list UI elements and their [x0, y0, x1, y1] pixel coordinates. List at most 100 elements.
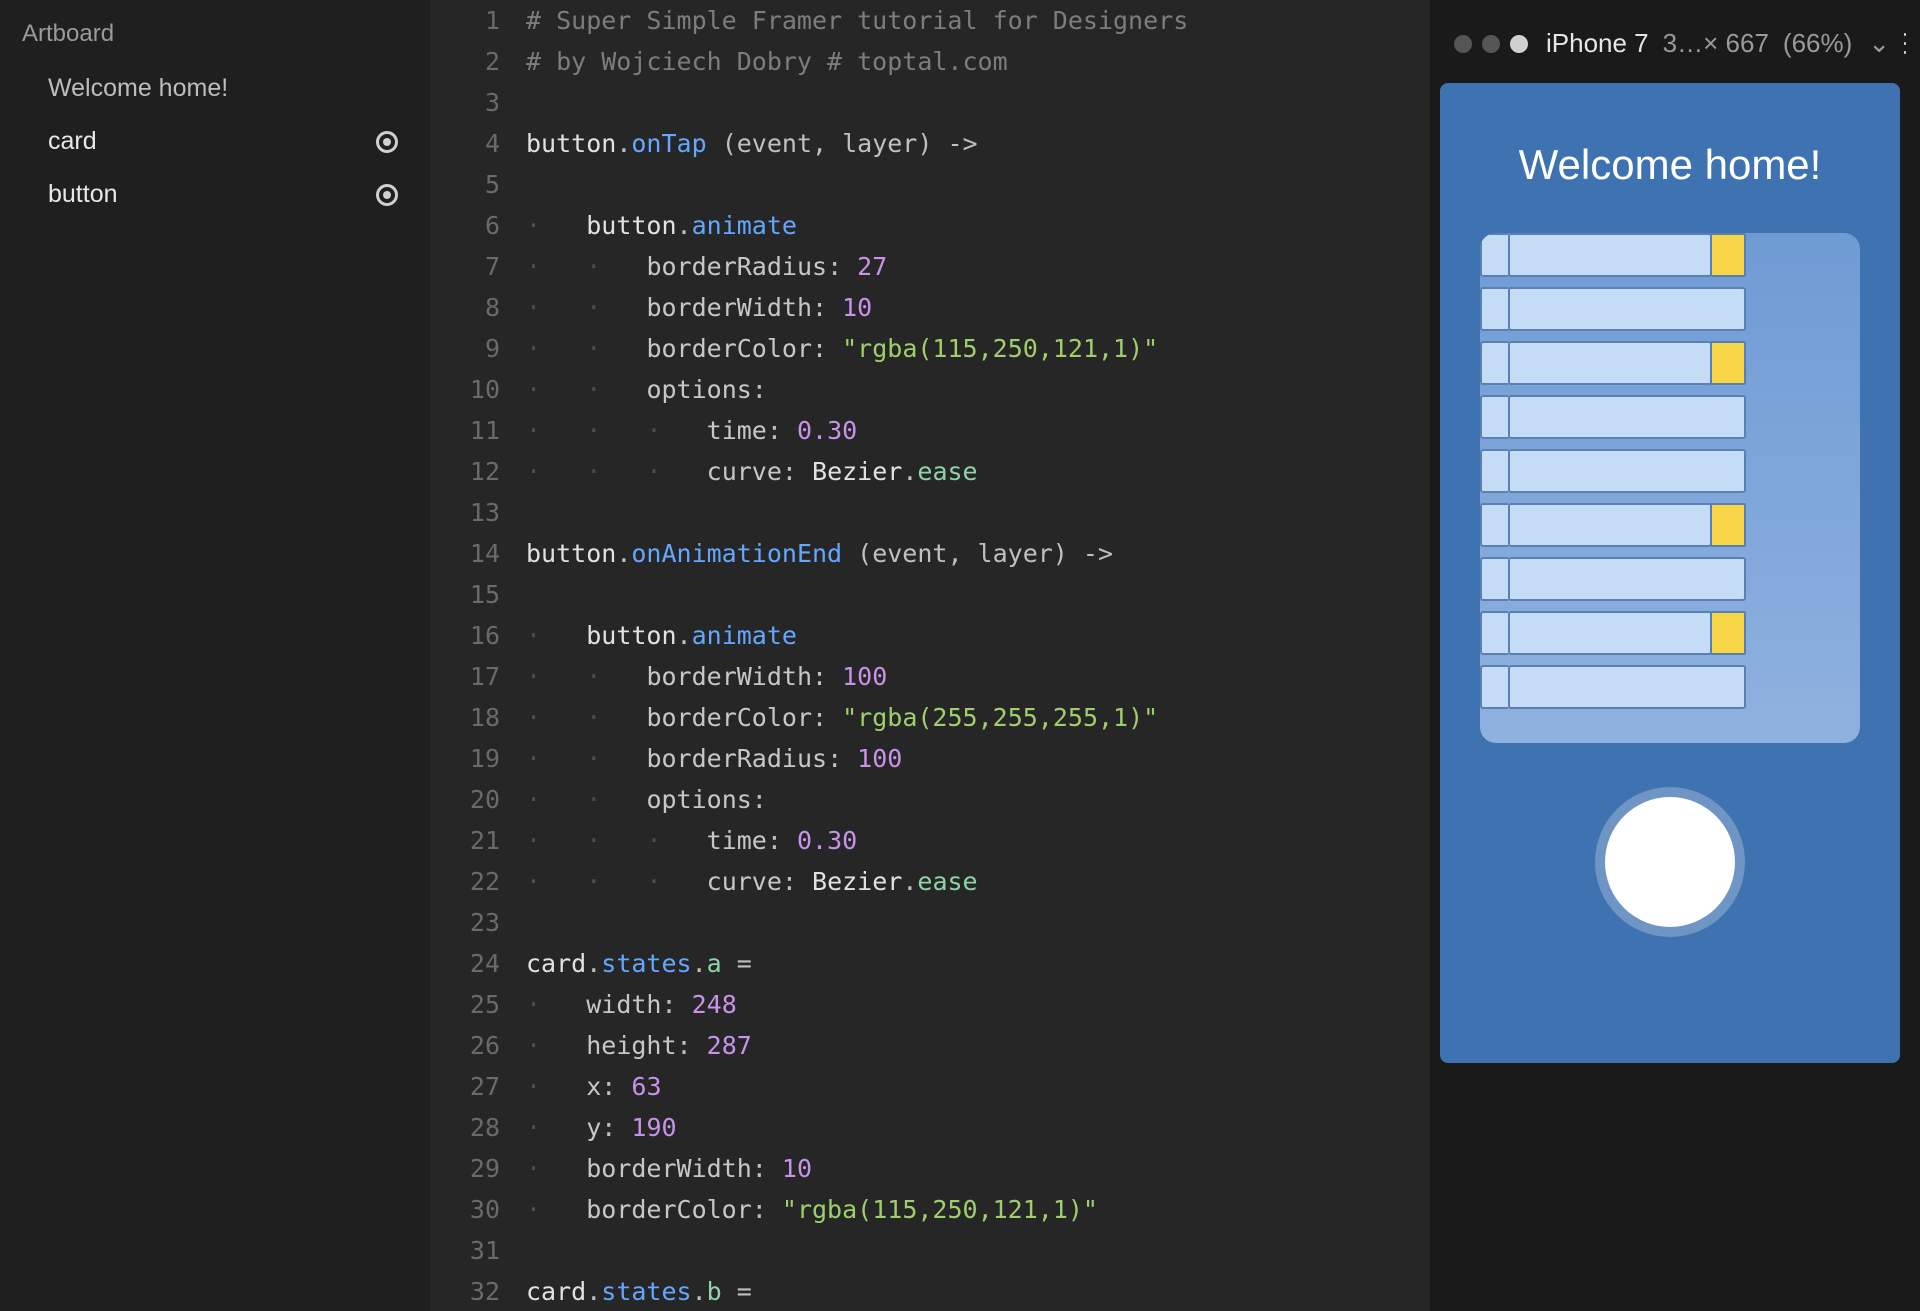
- button-layer[interactable]: [1605, 797, 1735, 927]
- menu-icon[interactable]: [1904, 33, 1906, 54]
- code-line[interactable]: · button.animate: [526, 205, 1430, 246]
- line-number: 9: [430, 328, 500, 369]
- building-floor: [1480, 557, 1746, 601]
- canvas-title: Welcome home!: [1519, 141, 1822, 189]
- code-line[interactable]: · · · time: 0.30: [526, 820, 1430, 861]
- target-icon[interactable]: [376, 131, 398, 153]
- code-line[interactable]: # by Wojciech Dobry # toptal.com: [526, 41, 1430, 82]
- code-line[interactable]: · · options:: [526, 369, 1430, 410]
- line-number: 11: [430, 410, 500, 451]
- line-gutter: 1234567891011121314151617181920212223242…: [430, 0, 526, 1311]
- line-number: 23: [430, 902, 500, 943]
- building-floor: [1480, 665, 1746, 709]
- building-floor: [1480, 449, 1746, 493]
- traffic-dot: [1482, 35, 1500, 53]
- layer-item[interactable]: card: [0, 115, 430, 168]
- lit-window-icon: [1710, 503, 1746, 547]
- line-number: 18: [430, 697, 500, 738]
- device-zoom: (66%): [1783, 28, 1852, 59]
- code-line[interactable]: # Super Simple Framer tutorial for Desig…: [526, 0, 1430, 41]
- window-dots: [1454, 35, 1528, 53]
- line-number: 30: [430, 1189, 500, 1230]
- line-number: 6: [430, 205, 500, 246]
- line-number: 8: [430, 287, 500, 328]
- code-line[interactable]: · · borderWidth: 100: [526, 656, 1430, 697]
- code-line[interactable]: · height: 287: [526, 1025, 1430, 1066]
- building-floor: [1480, 233, 1746, 277]
- building-floor: [1480, 611, 1746, 655]
- building-floor: [1480, 503, 1746, 547]
- app-root: Artboard Welcome home!cardbutton 1234567…: [0, 0, 1920, 1311]
- line-number: 22: [430, 861, 500, 902]
- line-number: 28: [430, 1107, 500, 1148]
- line-number: 29: [430, 1148, 500, 1189]
- code-line[interactable]: card.states.a =: [526, 943, 1430, 984]
- lit-window-icon: [1710, 233, 1746, 277]
- lit-window-icon: [1710, 341, 1746, 385]
- line-number: 10: [430, 369, 500, 410]
- line-number: 4: [430, 123, 500, 164]
- building-floor: [1480, 341, 1746, 385]
- chevron-down-icon[interactable]: ⌄: [1868, 28, 1890, 59]
- artboard-title: Artboard: [0, 12, 430, 62]
- code-line[interactable]: · · borderColor: "rgba(115,250,121,1)": [526, 328, 1430, 369]
- code-line[interactable]: · · borderWidth: 10: [526, 287, 1430, 328]
- line-number: 25: [430, 984, 500, 1025]
- code-line[interactable]: · · · time: 0.30: [526, 410, 1430, 451]
- code-line[interactable]: · borderColor: "rgba(115,250,121,1)": [526, 1189, 1430, 1230]
- line-number: 31: [430, 1230, 500, 1271]
- target-icon[interactable]: [376, 184, 398, 206]
- code-line[interactable]: · · borderColor: "rgba(255,255,255,1)": [526, 697, 1430, 738]
- device-name[interactable]: iPhone 7: [1546, 28, 1649, 59]
- line-number: 14: [430, 533, 500, 574]
- code-line[interactable]: · · · curve: Bezier.ease: [526, 451, 1430, 492]
- code-line[interactable]: · · options:: [526, 779, 1430, 820]
- code-line[interactable]: [526, 82, 1430, 123]
- code-line[interactable]: · x: 63: [526, 1066, 1430, 1107]
- line-number: 26: [430, 1025, 500, 1066]
- code-line[interactable]: · button.animate: [526, 615, 1430, 656]
- card-illustration: [1480, 233, 1746, 743]
- line-number: 20: [430, 779, 500, 820]
- building-floor: [1480, 287, 1746, 331]
- lit-window-icon: [1710, 611, 1746, 655]
- line-number: 5: [430, 164, 500, 205]
- layer-label: button: [48, 180, 118, 209]
- code-line[interactable]: · · borderRadius: 100: [526, 738, 1430, 779]
- card-layer[interactable]: [1480, 233, 1860, 743]
- code-line[interactable]: card.states.b =: [526, 1271, 1430, 1311]
- device-toolbar: iPhone 7 3…× 667 (66%) ⌄: [1440, 18, 1920, 69]
- preview-panel: iPhone 7 3…× 667 (66%) ⌄ Welcome home!: [1430, 0, 1920, 1311]
- layer-panel: Artboard Welcome home! card button: [0, 0, 430, 1311]
- code-editor[interactable]: 1234567891011121314151617181920212223242…: [430, 0, 1430, 1311]
- code-line[interactable]: [526, 574, 1430, 615]
- code-line[interactable]: [526, 1230, 1430, 1271]
- line-number: 3: [430, 82, 500, 123]
- code-line[interactable]: [526, 492, 1430, 533]
- code-line[interactable]: button.onAnimationEnd (event, layer) ->: [526, 533, 1430, 574]
- line-number: 24: [430, 943, 500, 984]
- device-canvas[interactable]: Welcome home!: [1440, 83, 1900, 1063]
- layer-item[interactable]: Welcome home!: [0, 62, 430, 115]
- code-line[interactable]: [526, 902, 1430, 943]
- code-line[interactable]: · · · curve: Bezier.ease: [526, 861, 1430, 902]
- code-line[interactable]: · width: 248: [526, 984, 1430, 1025]
- code-line[interactable]: · y: 190: [526, 1107, 1430, 1148]
- code-area[interactable]: # Super Simple Framer tutorial for Desig…: [526, 0, 1430, 1311]
- code-line[interactable]: button.onTap (event, layer) ->: [526, 123, 1430, 164]
- traffic-dot: [1454, 35, 1472, 53]
- layer-label: Welcome home!: [48, 74, 228, 103]
- line-number: 32: [430, 1271, 500, 1311]
- line-number: 12: [430, 451, 500, 492]
- line-number: 19: [430, 738, 500, 779]
- line-number: 17: [430, 656, 500, 697]
- traffic-dot: [1510, 35, 1528, 53]
- code-line[interactable]: · borderWidth: 10: [526, 1148, 1430, 1189]
- layer-list: Welcome home! card button: [0, 62, 430, 221]
- layer-label: card: [48, 127, 97, 156]
- code-line[interactable]: [526, 164, 1430, 205]
- line-number: 1: [430, 0, 500, 41]
- line-number: 21: [430, 820, 500, 861]
- code-line[interactable]: · · borderRadius: 27: [526, 246, 1430, 287]
- layer-item[interactable]: button: [0, 168, 430, 221]
